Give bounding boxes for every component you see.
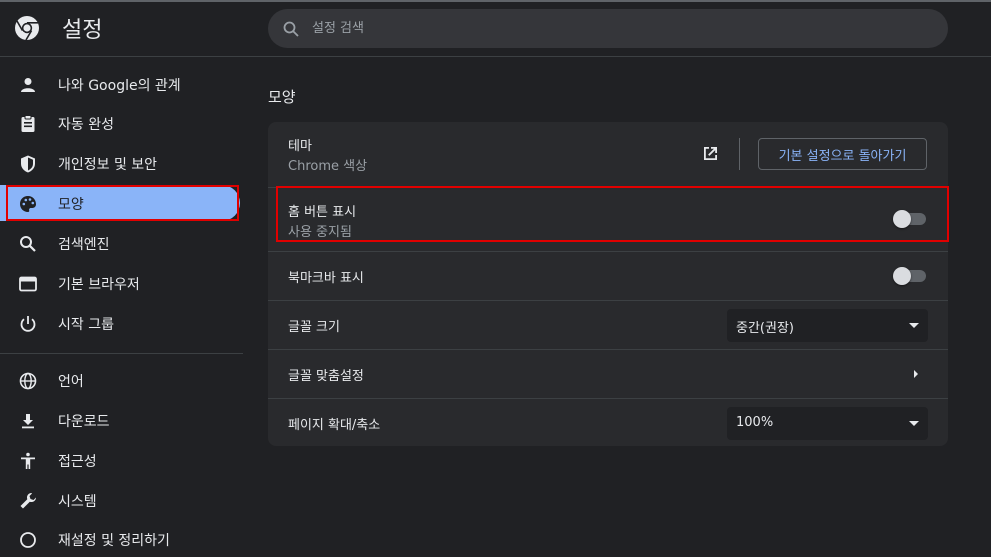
sidebar-divider	[0, 353, 243, 354]
theme-label: 테마	[288, 139, 312, 154]
page-title: 설정	[62, 18, 103, 43]
bookmarks-bar-label: 북마크바 표시	[288, 271, 364, 286]
globe-icon	[19, 372, 37, 390]
sidebar-item-privacy[interactable]: 개인정보 및 보안	[0, 145, 240, 181]
browser-window-icon	[19, 276, 37, 292]
search-box[interactable]	[268, 9, 948, 48]
sidebar-item-on-startup[interactable]: 시작 그룹	[0, 305, 240, 341]
sidebar-item-label: 시스템	[58, 494, 97, 510]
sidebar-item-languages[interactable]: 언어	[0, 362, 240, 398]
home-button-row[interactable]: 홈 버튼 표시 사용 중지됨	[268, 187, 948, 251]
sidebar-item-label: 모양	[58, 197, 84, 213]
sidebar-item-label: 재설정 및 정리하기	[58, 533, 170, 549]
shield-icon	[21, 155, 35, 173]
sidebar-item-label: 자동 완성	[58, 117, 114, 133]
sidebar-item-accessibility[interactable]: 접근성	[0, 442, 240, 478]
download-icon	[22, 414, 34, 429]
sidebar-item-label: 시작 그룹	[58, 317, 114, 333]
person-icon	[21, 78, 35, 92]
sidebar-item-label: 다운로드	[58, 414, 110, 430]
bookmarks-bar-toggle[interactable]	[893, 267, 926, 285]
customize-fonts-label: 글꼴 맞춤설정	[288, 369, 364, 384]
font-size-label: 글꼴 크기	[288, 320, 340, 335]
theme-row[interactable]: 테마 Chrome 색상 기본 설정으로 돌아가기	[268, 122, 948, 187]
window-top-border	[0, 0, 991, 2]
history-icon	[20, 532, 36, 548]
sidebar-item-label: 언어	[58, 374, 84, 390]
sidebar-item-downloads[interactable]: 다운로드	[0, 402, 240, 438]
vertical-divider	[739, 138, 740, 170]
sidebar-item-default-browser[interactable]: 기본 브라우저	[0, 265, 240, 301]
page-zoom-value: 100%	[736, 415, 774, 430]
search-icon	[20, 236, 36, 252]
home-button-sublabel: 사용 중지됨	[288, 225, 352, 240]
search-icon	[283, 21, 299, 37]
page-zoom-label: 페이지 확대/축소	[288, 418, 381, 433]
toggle-knob	[893, 267, 911, 285]
home-button-label: 홈 버튼 표시	[288, 205, 357, 220]
customize-fonts-row[interactable]: 글꼴 맞춤설정	[268, 349, 948, 398]
sidebar-item-label: 나와 Google의 관계	[58, 78, 181, 94]
accessibility-icon	[21, 452, 35, 469]
wrench-icon	[20, 492, 37, 509]
sidebar: 나와 Google의 관계 자동 완성 개인정보 및 보안 모양 검색엔진 기본…	[0, 58, 250, 549]
reset-to-default-button[interactable]: 기본 설정으로 돌아가기	[758, 138, 927, 170]
theme-value: Chrome 색상	[288, 159, 368, 174]
sidebar-item-label: 기본 브라우저	[58, 277, 140, 293]
appearance-card: 테마 Chrome 색상 기본 설정으로 돌아가기 홈 버튼 표시 사용 중지됨…	[268, 122, 948, 446]
sidebar-item-you-and-google[interactable]: 나와 Google의 관계	[0, 66, 240, 102]
dropdown-arrow-icon	[909, 421, 919, 426]
sidebar-item-label: 접근성	[58, 454, 97, 470]
toggle-knob	[893, 210, 911, 228]
sidebar-item-reset[interactable]: 재설정 및 정리하기	[0, 521, 240, 557]
power-icon	[20, 316, 36, 332]
font-size-row: 글꼴 크기 중간(권장)	[268, 300, 948, 349]
sidebar-item-autofill[interactable]: 자동 완성	[0, 105, 240, 141]
bookmarks-bar-row[interactable]: 북마크바 표시	[268, 251, 948, 300]
sidebar-item-appearance[interactable]: 모양	[0, 185, 240, 221]
page-zoom-select[interactable]: 100%	[727, 407, 928, 440]
chevron-right-icon	[914, 370, 918, 378]
sidebar-item-label: 검색엔진	[58, 237, 110, 253]
clipboard-icon	[21, 115, 35, 132]
section-title: 모양	[268, 88, 296, 106]
palette-icon	[20, 196, 36, 212]
page-zoom-row: 페이지 확대/축소 100%	[268, 398, 948, 446]
font-size-value: 중간(권장)	[736, 321, 794, 336]
search-input[interactable]	[312, 9, 912, 48]
home-button-toggle[interactable]	[893, 210, 926, 228]
toolbar: 설정	[0, 0, 991, 57]
chrome-logo-icon	[15, 16, 39, 41]
sidebar-item-system[interactable]: 시스템	[0, 482, 240, 518]
dropdown-arrow-icon	[909, 323, 919, 328]
sidebar-item-label: 개인정보 및 보안	[58, 157, 158, 173]
open-external-icon[interactable]	[700, 144, 720, 164]
sidebar-item-search-engine[interactable]: 검색엔진	[0, 225, 240, 261]
font-size-select[interactable]: 중간(권장)	[727, 309, 928, 342]
